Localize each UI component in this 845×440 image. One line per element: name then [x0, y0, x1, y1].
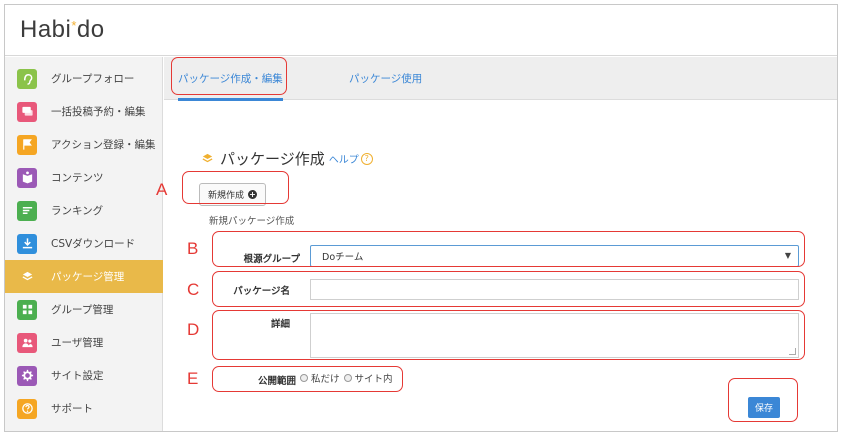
help-link[interactable]: ヘルプ: [329, 151, 359, 166]
page-title: パッケージ作成 ヘルプ ?: [201, 148, 373, 169]
sub-caption: 新規パッケージ作成: [209, 216, 295, 227]
header: Habi*do: [5, 5, 837, 56]
flag-icon: [17, 134, 37, 155]
tab-package-use[interactable]: パッケージ使用: [349, 57, 422, 100]
group-label: 根源グループ: [243, 254, 300, 265]
annotation-label-b: B: [187, 239, 199, 258]
sidebar-item-label: CSVダウンロード: [51, 238, 136, 250]
question-icon: [17, 398, 37, 419]
scope-option-label: サイト内: [354, 374, 393, 385]
sidebar-item-user-manage[interactable]: ユーザ管理: [5, 326, 163, 359]
radio-button[interactable]: [300, 374, 308, 382]
sidebar-item-package[interactable]: パッケージ管理: [5, 260, 163, 293]
sidebar-item-site-settings[interactable]: サイト設定: [5, 359, 163, 392]
plus-circle-icon: +: [248, 190, 258, 199]
layers-icon: [17, 266, 37, 287]
new-create-button-label: 新規作成: [208, 191, 245, 201]
grid-icon: [17, 299, 37, 320]
annotation-label-d: D: [187, 320, 200, 339]
package-name-label: パッケージ名: [233, 286, 290, 297]
radio-button[interactable]: [343, 374, 352, 382]
logo-star-icon: *: [71, 18, 77, 33]
users-icon: [17, 332, 37, 353]
main-content: パッケージ作成 ヘルプ ? 新規作成 + 新規パッケージ作成 根源グループ Do…: [164, 101, 837, 431]
tab-package-create-edit[interactable]: パッケージ作成・編集: [178, 57, 283, 101]
annotation-label-c: C: [187, 280, 200, 299]
page-title-text: パッケージ作成: [220, 150, 325, 168]
dropdown-caret-icon: ▼: [784, 251, 791, 260]
layers-icon: [202, 153, 213, 163]
chat-bubbles-icon: [17, 101, 37, 122]
sidebar-item-label: グループ管理: [51, 304, 114, 316]
sidebar-item-group-manage[interactable]: グループ管理: [5, 293, 163, 326]
help-icon[interactable]: ?: [360, 152, 373, 165]
sidebar-item-label: ユーザ管理: [51, 337, 104, 349]
sidebar: グループフォロー 一括投稿予約・編集 アクション登録・編集 コンテンツ ランキン…: [5, 57, 163, 431]
detail-textarea[interactable]: [310, 313, 799, 358]
sidebar-item-csv-download[interactable]: CSVダウンロード: [5, 227, 163, 260]
scope-label: 公開範囲: [257, 376, 296, 387]
sidebar-item-contents[interactable]: コンテンツ: [5, 161, 163, 194]
scope-option-site[interactable]: サイト内: [343, 371, 393, 385]
logo-text-part2: do: [76, 16, 105, 43]
sidebar-item-group-follow[interactable]: グループフォロー: [5, 62, 163, 95]
sidebar-item-label: ランキング: [51, 205, 104, 217]
download-icon: [17, 233, 37, 254]
scope-option-private[interactable]: 私だけ: [300, 371, 340, 385]
annotation-label-e: E: [187, 369, 199, 388]
sidebar-item-label: グループフォロー: [51, 73, 135, 85]
book-icon: [17, 167, 37, 188]
sidebar-item-label: パッケージ管理: [51, 271, 125, 283]
sidebar-item-label: サポート: [51, 403, 93, 415]
scope-radio-group: 私だけ サイト内: [300, 371, 397, 385]
app-window: Habi*do グループフォロー 一括投稿予約・編集 アクション登録・編集 コン…: [4, 4, 838, 432]
resize-grip-icon[interactable]: [789, 348, 796, 355]
logo-text-part1: Habi: [20, 16, 72, 43]
group-select-value: Doチーム: [322, 252, 364, 263]
ear-icon: [17, 68, 37, 89]
sidebar-item-bulk-post[interactable]: 一括投稿予約・編集: [5, 95, 163, 128]
save-button[interactable]: 保存: [748, 397, 780, 418]
new-create-button[interactable]: 新規作成 +: [199, 183, 267, 206]
sidebar-item-label: サイト設定: [51, 370, 104, 382]
tab-bar: パッケージ作成・編集 パッケージ使用: [164, 57, 837, 101]
logo[interactable]: Habi*do: [20, 16, 105, 44]
sidebar-item-label: アクション登録・編集: [51, 139, 156, 151]
list-icon: [17, 200, 37, 221]
sidebar-item-action[interactable]: アクション登録・編集: [5, 128, 163, 161]
annotation-label-a: A: [156, 180, 168, 199]
gear-icon: [17, 365, 37, 386]
package-name-input[interactable]: [310, 279, 799, 300]
scope-option-label: 私だけ: [311, 374, 340, 385]
group-select[interactable]: Doチーム ▼: [310, 245, 799, 267]
sidebar-item-label: 一括投稿予約・編集: [51, 106, 146, 118]
detail-label: 詳細: [270, 319, 290, 330]
sidebar-item-ranking[interactable]: ランキング: [5, 194, 163, 227]
sidebar-item-label: コンテンツ: [51, 172, 104, 184]
sidebar-item-support[interactable]: サポート: [5, 392, 163, 425]
